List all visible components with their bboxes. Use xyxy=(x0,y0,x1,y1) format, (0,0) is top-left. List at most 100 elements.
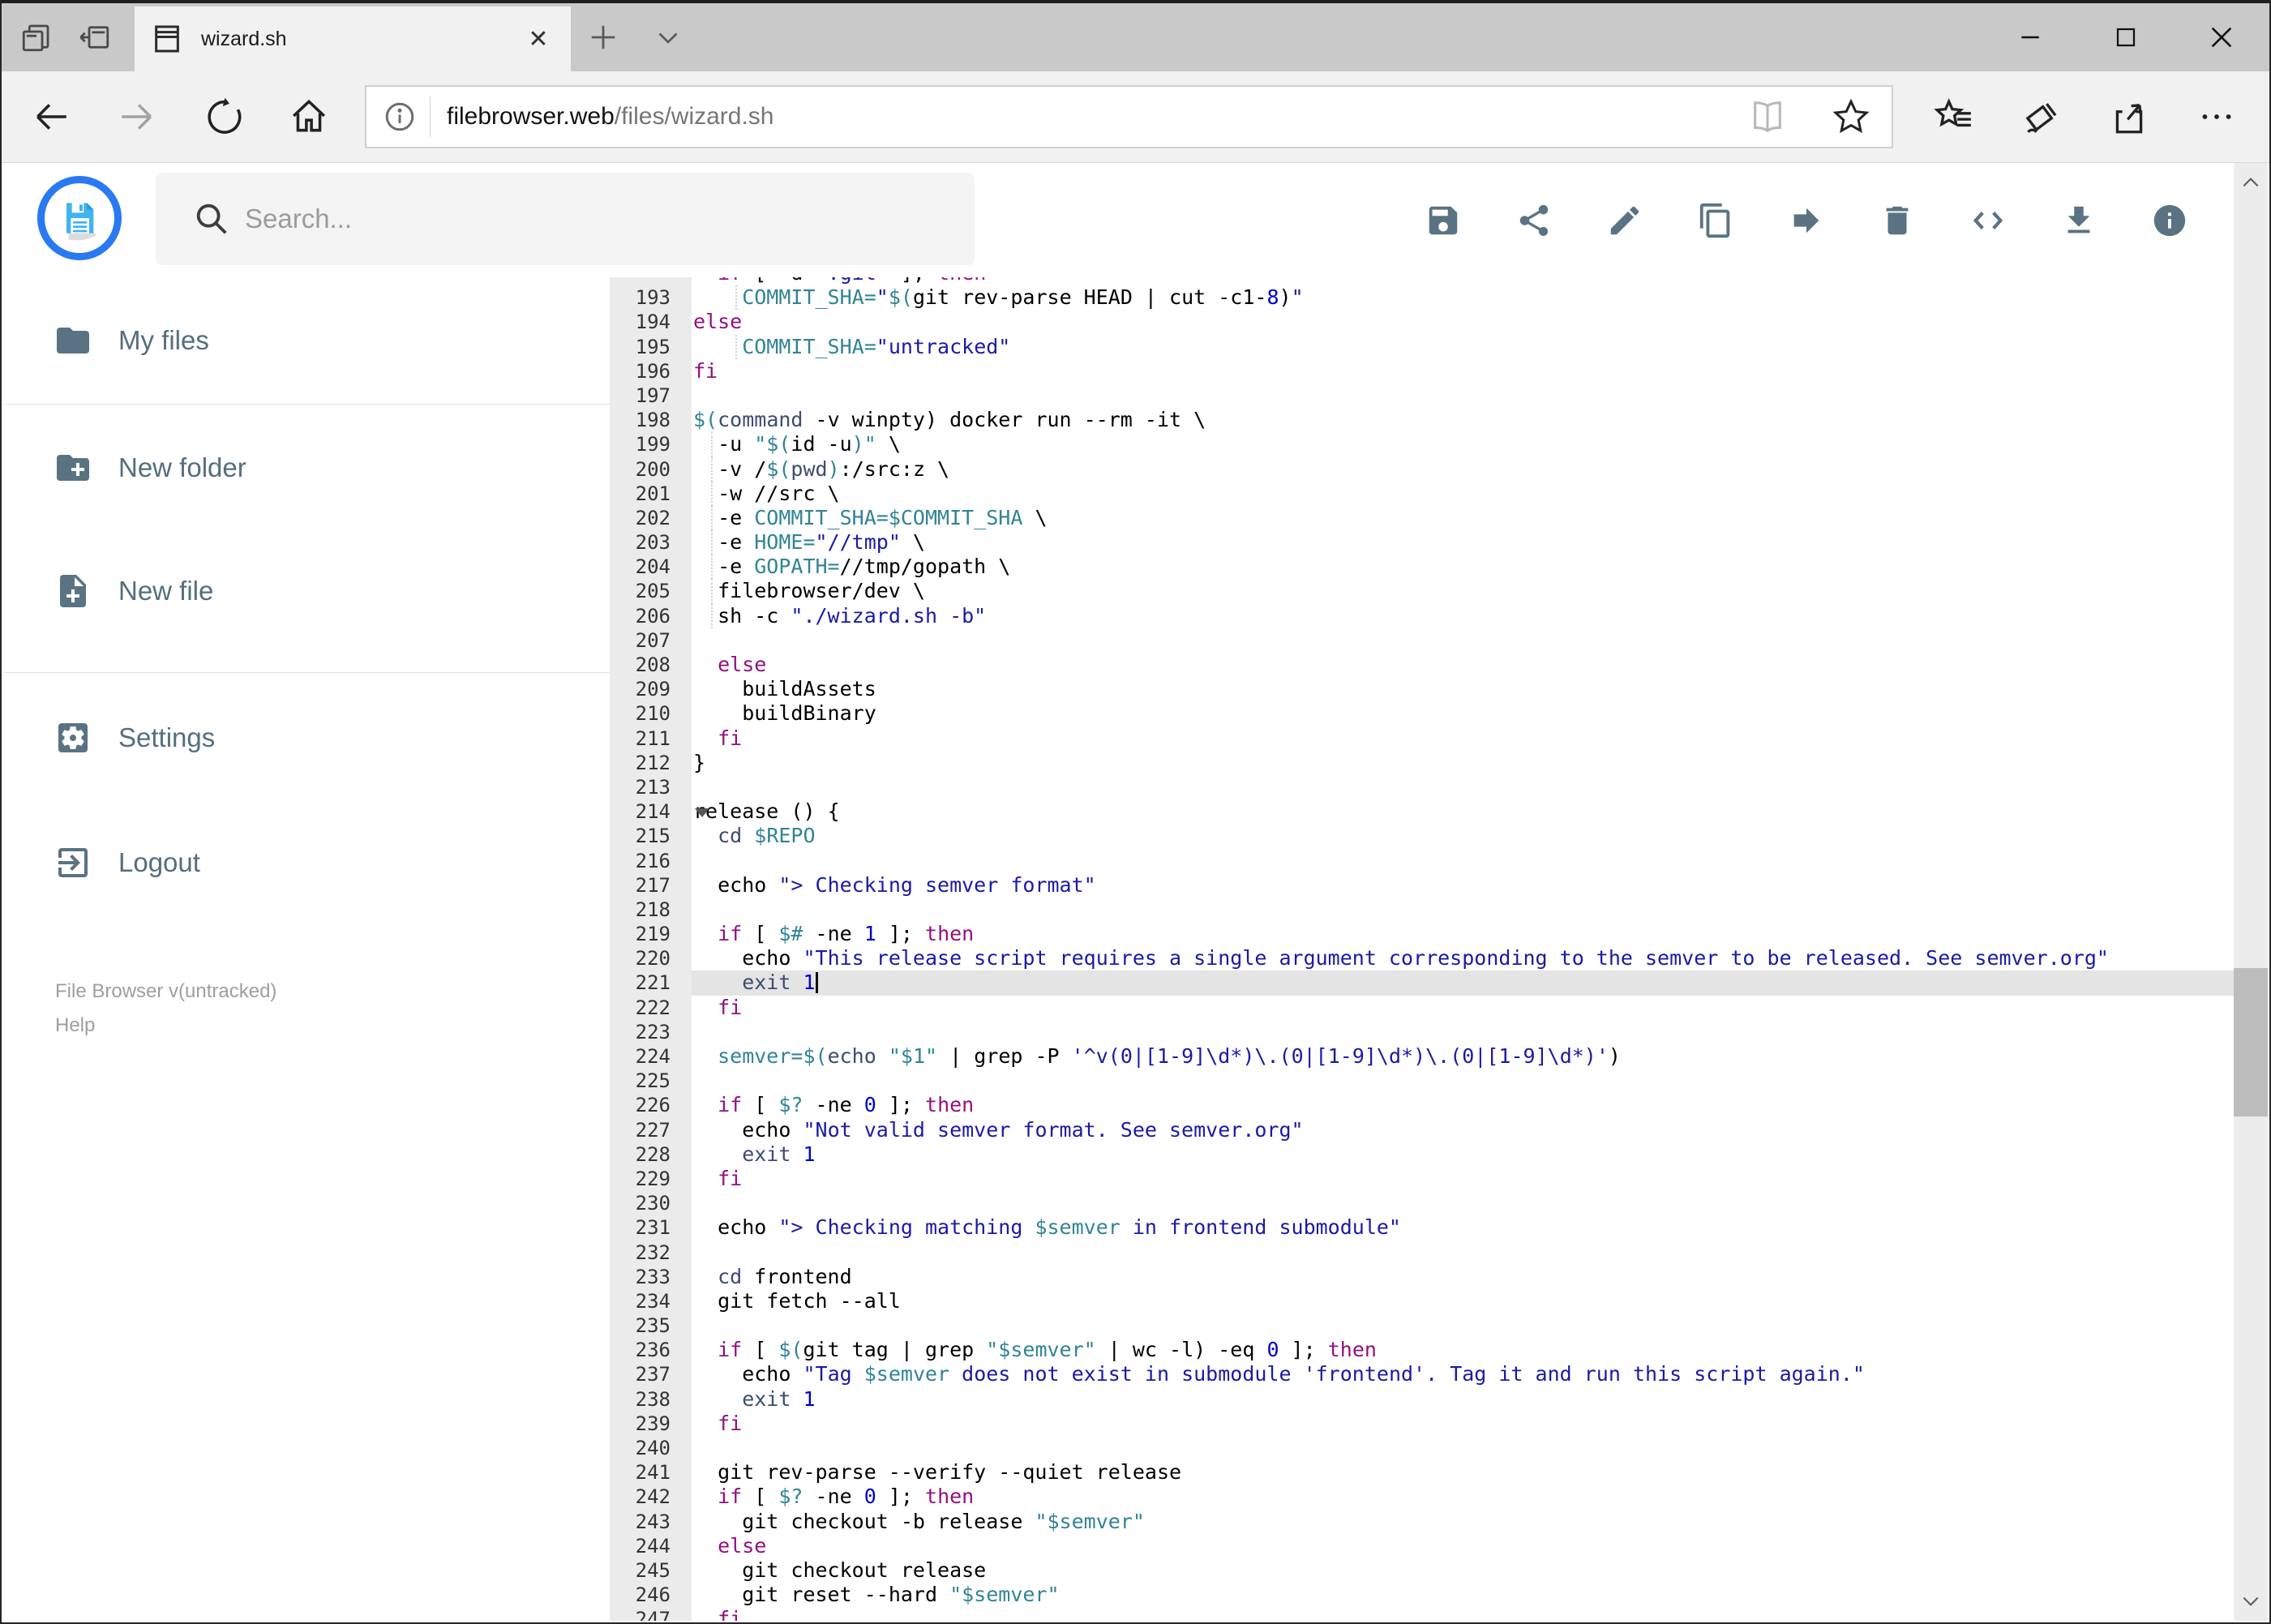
code-text-area[interactable]: fi xyxy=(692,359,2234,384)
code-line-197[interactable]: 197 xyxy=(610,384,2234,408)
code-text-area[interactable]: } xyxy=(692,751,2234,775)
code-line-231[interactable]: 231 echo "> Checking matching $semver in … xyxy=(610,1215,2234,1240)
search-input[interactable]: Search... xyxy=(156,173,975,265)
code-text-area[interactable]: echo "> Checking semver format" xyxy=(692,873,2234,898)
set-tabs-aside-icon[interactable] xyxy=(78,20,112,54)
code-line-223[interactable]: 223 xyxy=(610,1020,2234,1044)
code-text-area[interactable]: release () { xyxy=(692,799,2234,824)
code-line-216[interactable]: 216 xyxy=(610,849,2234,873)
code-text-area[interactable]: cd frontend xyxy=(692,1265,2234,1289)
code-text-area[interactable]: fi xyxy=(692,996,2234,1020)
code-text-area[interactable] xyxy=(692,384,2234,408)
code-line-208[interactable]: 208 else xyxy=(610,653,2234,677)
code-text-area[interactable]: echo "> Checking matching $semver in fro… xyxy=(692,1215,2234,1240)
code-line-229[interactable]: 229 fi xyxy=(610,1167,2234,1191)
code-line-236[interactable]: 236 if [ $(git tag | grep "$semver" | wc … xyxy=(610,1338,2234,1362)
code-line-242[interactable]: 242 if [ $? -ne 0 ]; then xyxy=(610,1485,2234,1509)
scrollbar-thumb[interactable] xyxy=(2234,968,2268,1116)
code-line-239[interactable]: 239 fi xyxy=(610,1412,2234,1436)
code-text-area[interactable]: COMMIT_SHA="untracked" xyxy=(692,334,2234,359)
code-text-area[interactable]: git rev-parse --verify --quiet release xyxy=(692,1460,2234,1485)
code-editor[interactable]: if [ -d ".git" ]; then193COMMIT_SHA="$(g… xyxy=(610,277,2234,1621)
code-text-area[interactable]: else xyxy=(692,1534,2234,1558)
code-text-area[interactable]: exit 1 xyxy=(692,1142,2234,1167)
code-line-202[interactable]: 202 -e COMMIT_SHA=$COMMIT_SHA \ xyxy=(610,505,2234,531)
code-text-area[interactable]: fi xyxy=(692,1167,2234,1191)
code-text-area[interactable]: -w //src \ xyxy=(692,481,2234,506)
code-line-232[interactable]: 232 xyxy=(610,1240,2234,1265)
code-text-area[interactable] xyxy=(692,1069,2234,1093)
floppy-disk-logo[interactable] xyxy=(37,176,122,260)
code-line-205[interactable]: 205 filebrowser/dev \ xyxy=(610,579,2234,604)
fold-widget-icon[interactable] xyxy=(695,808,709,818)
code-text-area[interactable] xyxy=(692,628,2234,653)
code-line-215[interactable]: 215 cd $REPO xyxy=(610,824,2234,848)
code-line-213[interactable]: 213 xyxy=(610,775,2234,799)
code-text-area[interactable]: fi xyxy=(692,726,2234,751)
code-text-area[interactable]: echo "Not valid semver format. See semve… xyxy=(692,1118,2234,1142)
sidebar-item-logout[interactable]: Logout xyxy=(3,814,610,911)
code-text-area[interactable]: -e GOPATH=//tmp/gopath \ xyxy=(692,555,2234,580)
code-content[interactable]: if [ -d ".git" ]; then193COMMIT_SHA="$(g… xyxy=(610,277,2234,1621)
sidebar-item-settings[interactable]: Settings xyxy=(3,689,610,786)
code-line-196[interactable]: 196 fi xyxy=(610,359,2234,384)
hub-star-icon[interactable] xyxy=(1934,96,1974,137)
code-text-area[interactable]: echo "This release script requires a sin… xyxy=(692,946,2234,971)
code-text-area[interactable]: else xyxy=(692,310,2234,334)
tab-preview-icon[interactable] xyxy=(19,20,54,54)
code-line-211[interactable]: 211 fi xyxy=(610,726,2234,751)
code-text-area[interactable] xyxy=(692,1313,2234,1338)
code-line-204[interactable]: 204 -e GOPATH=//tmp/gopath \ xyxy=(610,555,2234,580)
back-icon[interactable] xyxy=(31,96,71,137)
reading-view-book-icon[interactable] xyxy=(1749,98,1786,135)
code-text-area[interactable]: git checkout release xyxy=(692,1558,2234,1583)
code-text-area[interactable]: buildAssets xyxy=(692,677,2234,701)
code-line-203[interactable]: 203 -e HOME="//tmp" \ xyxy=(610,530,2234,555)
code-line-212[interactable]: 212} xyxy=(610,751,2234,775)
help-link[interactable]: Help xyxy=(55,1009,276,1043)
code-line-230[interactable]: 230 xyxy=(610,1191,2234,1215)
code-text-area[interactable]: COMMIT_SHA="$(git rev-parse HEAD | cut -… xyxy=(692,285,2234,311)
code-line-206[interactable]: 206 sh -c "./wizard.sh -b" xyxy=(610,603,2234,628)
code-line-198[interactable]: 198 $(command -v winpty) docker run --rm … xyxy=(610,408,2234,432)
code-line-240[interactable]: 240 xyxy=(610,1436,2234,1460)
code-text-area[interactable]: else xyxy=(692,653,2234,677)
code-text-area[interactable] xyxy=(692,775,2234,799)
code-line-220[interactable]: 220 echo "This release script requires a … xyxy=(610,946,2234,971)
code-text-area[interactable]: if [ $(git tag | grep "$semver" | wc -l)… xyxy=(692,1338,2234,1362)
tab-dropdown-icon[interactable] xyxy=(636,3,701,71)
code-line-241[interactable]: 241 git rev-parse --verify --quiet releas… xyxy=(610,1460,2234,1485)
code-text-area[interactable] xyxy=(692,1191,2234,1215)
code-text-area[interactable]: -e COMMIT_SHA=$COMMIT_SHA \ xyxy=(692,505,2234,531)
code-line-247[interactable]: 247 fi xyxy=(610,1607,2234,1621)
code-text-area[interactable]: -u "$(id -u)" \ xyxy=(692,432,2234,457)
close-button[interactable] xyxy=(2174,3,2269,71)
code-text-area[interactable]: fi xyxy=(692,1412,2234,1436)
sidebar-item-new-folder[interactable]: New folder xyxy=(3,419,610,516)
code-text-area[interactable]: if [ -d ".git" ]; then xyxy=(692,277,2234,285)
code-text-area[interactable]: exit 1 xyxy=(692,1387,2234,1412)
code-text-area[interactable]: buildBinary xyxy=(692,701,2234,726)
browser-tab-wizard-sh[interactable]: wizard.sh ✕ xyxy=(135,6,571,71)
code-line-227[interactable]: 227 echo "Not valid semver format. See se… xyxy=(610,1118,2234,1142)
code-text-area[interactable]: if [ $# -ne 1 ]; then xyxy=(692,922,2234,946)
code-line-209[interactable]: 209 buildAssets xyxy=(610,677,2234,701)
code-line-234[interactable]: 234 git fetch --all xyxy=(610,1289,2234,1313)
scroll-down-icon[interactable] xyxy=(2234,1583,2268,1619)
code-line-210[interactable]: 210 buildBinary xyxy=(610,701,2234,726)
copy-button[interactable] xyxy=(1697,202,1734,239)
code-line-193[interactable]: 193 COMMIT_SHA="$(git rev-parse HEAD | cu… xyxy=(610,285,2234,311)
code-line-245[interactable]: 245 git checkout release xyxy=(610,1558,2234,1583)
code-line-222[interactable]: 222 fi xyxy=(610,996,2234,1020)
code-line-199[interactable]: 199 -u "$(id -u)" \ xyxy=(610,432,2234,457)
tab-close-icon[interactable]: ✕ xyxy=(521,25,556,54)
code-text-area[interactable]: -e HOME="//tmp" \ xyxy=(692,530,2234,555)
url-field[interactable]: filebrowser.web/files/wizard.sh xyxy=(365,85,1893,148)
code-line-226[interactable]: 226 if [ $? -ne 0 ]; then xyxy=(610,1093,2234,1117)
sidebar-item-my-files[interactable]: My files xyxy=(3,292,610,389)
code-line-233[interactable]: 233 cd frontend xyxy=(610,1265,2234,1289)
save-button[interactable] xyxy=(1425,202,1462,239)
code-line-238[interactable]: 238 exit 1 xyxy=(610,1387,2234,1412)
code-line-195[interactable]: 195 COMMIT_SHA="untracked" xyxy=(610,334,2234,359)
code-line-235[interactable]: 235 xyxy=(610,1313,2234,1338)
